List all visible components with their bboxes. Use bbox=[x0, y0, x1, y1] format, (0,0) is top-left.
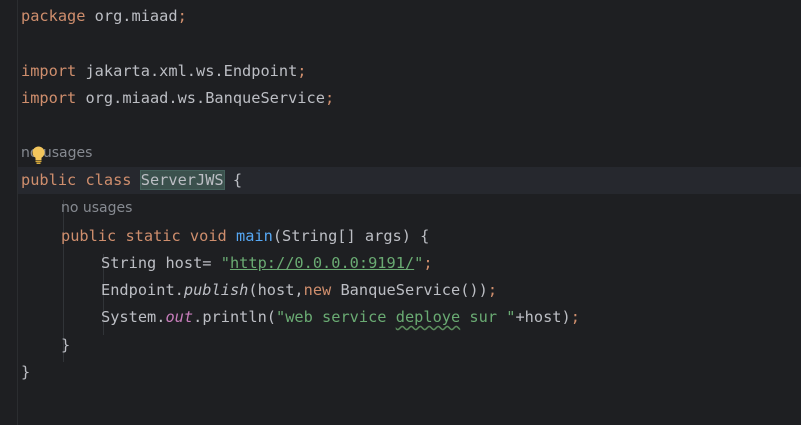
println-rest: +host) bbox=[515, 308, 571, 326]
semicolon: ; bbox=[177, 7, 187, 25]
keyword-new: new bbox=[303, 281, 332, 299]
semicolon: ; bbox=[423, 254, 433, 272]
package-name: org.miaad bbox=[85, 7, 178, 25]
out-field: out bbox=[165, 308, 194, 326]
code-line-main-declaration[interactable]: public static void main(String[] args) { bbox=[61, 223, 429, 250]
editor-gutter bbox=[0, 0, 18, 425]
open-brace: { bbox=[223, 171, 243, 189]
code-line-package[interactable]: package org.miaad; bbox=[21, 3, 187, 30]
code-line-class-close[interactable]: } bbox=[21, 359, 30, 386]
println-call: .println( bbox=[193, 308, 276, 326]
keyword-public-class: public class bbox=[21, 171, 141, 189]
import-path: jakarta.xml.ws.Endpoint bbox=[76, 62, 298, 80]
semicolon: ; bbox=[324, 89, 335, 107]
string-quote: " bbox=[220, 254, 230, 272]
code-line-import-banqueservice[interactable]: import org.miaad.ws.BanqueService; bbox=[21, 85, 334, 112]
method-name[interactable]: main bbox=[236, 227, 273, 245]
string-literal-end: sur " bbox=[460, 308, 516, 326]
publish-args: (host, bbox=[248, 281, 304, 299]
code-line-host[interactable]: String host= "http://0.0.0.0:9191/"; bbox=[101, 250, 433, 277]
typo-word[interactable]: deploye bbox=[396, 308, 460, 326]
import-path: org.miaad.ws.BanqueService bbox=[76, 89, 325, 107]
endpoint-class: Endpoint. bbox=[101, 281, 184, 299]
url-link[interactable]: http://0.0.0.0:9191/ bbox=[230, 254, 414, 272]
code-line-println[interactable]: System.out.println("web service deploye … bbox=[101, 304, 580, 331]
publish-method: publish bbox=[183, 281, 249, 299]
method-usages-hint[interactable]: no usages bbox=[61, 195, 132, 222]
keyword-public-static-void: public static void bbox=[61, 227, 236, 245]
class-name[interactable]: ServerJWS bbox=[139, 170, 225, 190]
system-class: System. bbox=[101, 308, 166, 326]
host-declaration: String host= bbox=[101, 254, 221, 272]
string-quote: " bbox=[414, 254, 424, 272]
code-line-method-close[interactable]: } bbox=[61, 332, 70, 359]
code-editor[interactable]: package org.miaad; import jakarta.xml.ws… bbox=[0, 0, 801, 425]
keyword-import: import bbox=[21, 62, 77, 80]
semicolon: ; bbox=[487, 281, 498, 299]
code-line-import-endpoint[interactable]: import jakarta.xml.ws.Endpoint; bbox=[21, 58, 307, 85]
string-literal: "web service bbox=[276, 308, 396, 326]
keyword-import: import bbox=[21, 89, 77, 107]
close-brace: } bbox=[61, 336, 71, 354]
publish-args-rest: BanqueService()) bbox=[331, 281, 488, 299]
semicolon: ; bbox=[570, 308, 580, 326]
code-line-class-declaration[interactable]: public class ServerJWS { bbox=[18, 167, 801, 194]
lightbulb-icon[interactable] bbox=[31, 146, 46, 164]
close-brace: } bbox=[21, 363, 31, 381]
keyword-package: package bbox=[21, 7, 86, 25]
method-params: (String[] args) { bbox=[272, 227, 430, 245]
code-line-publish[interactable]: Endpoint.publish(host,new BanqueService(… bbox=[101, 277, 497, 304]
semicolon: ; bbox=[297, 62, 307, 80]
